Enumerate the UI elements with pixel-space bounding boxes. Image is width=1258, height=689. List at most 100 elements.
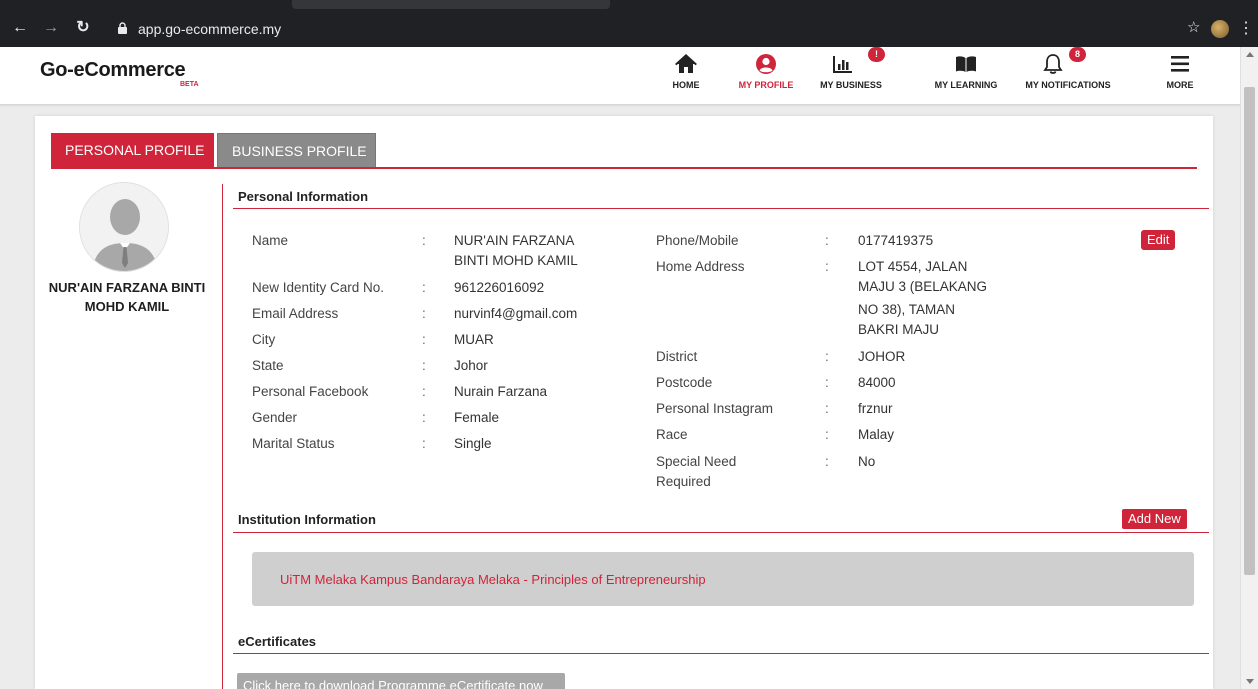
field-label-ic-number: New Identity Card No. [252, 280, 385, 295]
browser-menu-icon[interactable]: ⋮ [1238, 18, 1254, 38]
nav-my-business-label: MY BUSINESS [820, 80, 882, 90]
book-open-icon [956, 56, 976, 72]
reload-icon[interactable]: ↻ [73, 18, 93, 38]
user-circle-icon [756, 54, 776, 74]
field-value-home-address-line-2: MAJU 3 (BELAKANG [858, 279, 988, 294]
back-arrow-icon[interactable]: ← [10, 18, 30, 38]
nav-more[interactable]: MORE [1160, 47, 1200, 105]
scrollbar-thumb[interactable] [1244, 87, 1255, 575]
field-label-home-address: Home Address [656, 259, 745, 274]
field-value-instagram: frznur [858, 401, 893, 416]
hamburger-menu-icon [1171, 56, 1189, 72]
personal-information-title: Personal Information [238, 189, 369, 204]
field-colon: : [422, 332, 426, 347]
field-value-special-need: No [858, 454, 876, 469]
field-label-race: Race [656, 427, 688, 442]
nav-my-business[interactable]: ! MY BUSINESS [816, 47, 886, 105]
field-value-facebook: Nurain Farzana [454, 384, 548, 399]
field-label-district: District [656, 349, 698, 364]
field-colon: : [825, 427, 829, 442]
field-label-phone: Phone/Mobile [656, 233, 739, 248]
field-label-marital-status: Marital Status [252, 436, 335, 451]
tab-personal-profile[interactable]: PERSONAL PROFILE [51, 133, 214, 168]
app-logo[interactable]: Go-eCommerce [40, 59, 186, 82]
field-colon: : [422, 384, 426, 399]
field-value-district: JOHOR [858, 349, 906, 364]
avatar [79, 182, 169, 272]
bookmark-star-icon[interactable]: ☆ [1187, 18, 1200, 36]
nav-my-notifications[interactable]: 8 MY NOTIFICATIONS [1018, 47, 1118, 105]
field-label-facebook: Personal Facebook [252, 384, 369, 399]
field-colon: : [825, 401, 829, 416]
field-colon: : [422, 280, 426, 295]
download-ecertificate-button[interactable]: Click here to download Programme eCertif… [237, 673, 565, 689]
institution-information-title: Institution Information [238, 512, 376, 527]
nav-my-learning[interactable]: MY LEARNING [928, 47, 1004, 105]
field-label-state: State [252, 358, 284, 373]
field-value-race: Malay [858, 427, 895, 442]
nav-my-learning-label: MY LEARNING [934, 80, 998, 90]
field-value-city: MUAR [454, 332, 494, 347]
field-colon: : [825, 233, 829, 248]
field-value-home-address-line-4: BAKRI MAJU [858, 322, 940, 337]
browser-tab[interactable] [292, 0, 610, 9]
beta-badge: BETA [180, 81, 199, 88]
scroll-down-arrow-icon[interactable] [1246, 679, 1254, 684]
institution-information-divider [233, 532, 1209, 533]
home-icon [675, 54, 697, 73]
field-value-postcode: 84000 [858, 375, 896, 390]
nav-my-profile[interactable]: MY PROFILE [732, 47, 800, 105]
nav-my-profile-label: MY PROFILE [738, 80, 794, 90]
institution-entry-link[interactable]: UiTM Melaka Kampus Bandaraya Melaka - Pr… [280, 572, 706, 588]
profile-name-line-1: NUR'AIN FARZANA BINTI [48, 280, 206, 295]
add-new-institution-button[interactable]: Add New [1122, 509, 1187, 529]
field-label-city: City [252, 332, 276, 347]
field-value-name-line-2: BINTI MOHD KAMIL [454, 253, 578, 268]
tab-business-profile[interactable]: BUSINESS PROFILE [217, 133, 376, 168]
profile-card: PERSONAL PROFILE BUSINESS PROFILE NUR'AI… [35, 116, 1213, 689]
nav-home[interactable]: HOME [666, 47, 706, 105]
field-label-instagram: Personal Instagram [656, 401, 774, 416]
field-label-email: Email Address [252, 306, 339, 321]
field-label-special-need-line-2: Required [656, 474, 711, 489]
business-alert-badge: ! [868, 47, 885, 62]
field-value-home-address-line-1: LOT 4554, JALAN [858, 259, 968, 274]
extension-avatar-icon[interactable] [1211, 20, 1229, 38]
edit-button[interactable]: Edit [1141, 230, 1176, 250]
app-header: Go-eCommerce BETA HOME MY PROFILE ! MY B… [0, 47, 1240, 105]
field-value-name-line-1: NUR'AIN FARZANA [454, 233, 575, 248]
field-value-gender: Female [454, 410, 500, 425]
bell-icon [1043, 54, 1063, 74]
nav-more-label: MORE [1166, 80, 1194, 90]
field-value-ic-number: 961226016092 [454, 280, 545, 295]
browser-toolbar: ← → ↻ app.go-ecommerce.my ☆ ⋮ [0, 9, 1258, 47]
page-scrollbar[interactable] [1240, 47, 1258, 689]
field-label-name: Name [252, 233, 289, 248]
ecertificates-divider [233, 653, 1209, 654]
field-colon: : [422, 306, 426, 321]
field-colon: : [422, 358, 426, 373]
url-text[interactable]: app.go-ecommerce.my [138, 21, 281, 37]
nav-my-notifications-label: MY NOTIFICATIONS [1025, 80, 1111, 90]
scroll-up-arrow-icon[interactable] [1246, 52, 1254, 57]
bar-chart-icon [832, 56, 852, 73]
browser-tab-strip [0, 0, 1258, 9]
institution-entry: UiTM Melaka Kampus Bandaraya Melaka - Pr… [252, 552, 1194, 606]
field-colon: : [825, 259, 829, 274]
forward-arrow-icon[interactable]: → [41, 18, 61, 38]
browser-chrome: ← → ↻ app.go-ecommerce.my ☆ ⋮ [0, 0, 1258, 47]
field-value-home-address-line-3: NO 38), TAMAN [858, 302, 956, 317]
ecertificates-title: eCertificates [238, 634, 317, 649]
field-label-special-need-line-1: Special Need [656, 454, 737, 469]
column-divider [222, 184, 223, 689]
lock-icon [118, 22, 127, 34]
field-colon: : [825, 349, 829, 364]
field-value-state: Johor [454, 358, 488, 373]
field-value-phone: 0177419375 [858, 233, 934, 248]
notifications-count-badge: 8 [1069, 47, 1086, 62]
field-label-gender: Gender [252, 410, 298, 425]
field-value-email: nurvinf4@gmail.com [454, 306, 578, 321]
nav-home-label: HOME [672, 80, 700, 90]
field-label-postcode: Postcode [656, 375, 713, 390]
field-colon: : [422, 436, 426, 451]
